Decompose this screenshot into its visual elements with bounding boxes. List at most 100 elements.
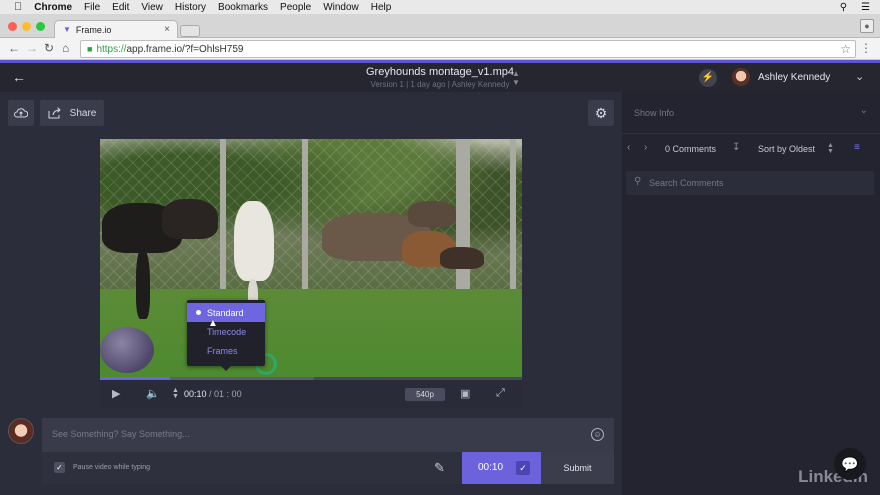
user-name[interactable]: Ashley Kennedy xyxy=(758,72,830,83)
sort-dropdown[interactable]: Sort by Oldest xyxy=(758,144,815,154)
user-avatar[interactable] xyxy=(732,68,750,86)
duration: / 01 : 00 xyxy=(209,389,242,399)
pause-video-checkbox[interactable]: ✓ xyxy=(54,462,65,473)
chevron-left-icon[interactable]: ‹ xyxy=(627,142,630,153)
video-grass xyxy=(100,289,522,379)
pause-video-label: Pause video while typing xyxy=(73,464,151,471)
filter-list-icon[interactable]: ≡ xyxy=(854,142,860,153)
timestamp-value: 00:10 xyxy=(478,462,504,473)
submit-button[interactable]: Submit xyxy=(541,452,614,484)
resolution-button[interactable]: 540p xyxy=(405,388,445,401)
timestamp-toggle-button[interactable]: 00:10 ✓ xyxy=(462,452,541,484)
settings-button[interactable]: ⚙ xyxy=(588,100,614,126)
emoji-icon[interactable]: ☺ xyxy=(591,428,604,441)
browser-tab-frameio[interactable]: ▼ Frame.io × xyxy=(54,20,178,38)
menu-app-name[interactable]: Chrome xyxy=(34,2,72,13)
notification-list-icon[interactable]: ☰ xyxy=(861,2,870,13)
menu-edit[interactable]: Edit xyxy=(112,2,129,13)
close-tab-icon[interactable]: × xyxy=(164,24,170,35)
purple-ball xyxy=(100,327,154,373)
url-scheme: https:// xyxy=(96,43,127,55)
browser-tab-strip: ▼ Frame.io × ● xyxy=(0,14,880,38)
menu-bookmarks[interactable]: Bookmarks xyxy=(218,2,268,13)
bookmark-star-icon[interactable]: ☆ xyxy=(840,42,851,56)
gear-icon: ⚙ xyxy=(594,104,608,121)
chevron-down-icon: ⌄ xyxy=(859,105,868,116)
time-format-timecode[interactable]: Timecode xyxy=(187,322,265,341)
search-comments-input[interactable]: ⚲ Search Comments xyxy=(626,171,874,195)
browser-menu-icon[interactable]: ⋮ xyxy=(860,41,872,55)
frameio-favicon-icon: ▼ xyxy=(63,25,71,34)
search-placeholder: Search Comments xyxy=(649,178,724,188)
tab-title: Frame.io xyxy=(75,24,112,35)
lock-icon: ■ xyxy=(87,44,93,54)
time-format-menu: Standard Timecode Frames xyxy=(187,300,265,371)
share-button[interactable]: Share xyxy=(40,100,104,126)
search-icon: ⚲ xyxy=(634,176,642,187)
url-path: app.frame.io/?f=OhlsH759 xyxy=(126,43,244,55)
fit-screen-icon[interactable]: ▣ xyxy=(460,387,470,400)
fence-post xyxy=(510,139,516,309)
mouse-cursor-icon: ▲ xyxy=(208,318,218,329)
close-window-button[interactable] xyxy=(8,22,17,31)
fullscreen-icon[interactable]: ⤢ xyxy=(496,387,505,400)
sort-order-icon[interactable]: ▲ ▼ xyxy=(827,142,834,155)
lightning-icon[interactable]: ⚡ xyxy=(699,69,717,87)
download-icon[interactable]: ↧ xyxy=(732,142,740,153)
brindle-dog xyxy=(162,199,218,239)
time-display[interactable]: 00:10 / 01 : 00 xyxy=(184,389,242,399)
address-bar[interactable]: ■ https:// app.frame.io/?f=OhlsH759 ☆ xyxy=(80,40,856,58)
check-icon: ✓ xyxy=(516,461,530,475)
home-icon[interactable]: ⌂ xyxy=(62,41,69,55)
reload-icon[interactable]: ↻ xyxy=(44,41,54,55)
cloud-upload-icon xyxy=(14,108,28,118)
comments-toolbar: ‹ › 0 Comments ↧ Sort by Oldest ▲ ▼ ≡ xyxy=(622,134,880,164)
mac-menubar:  Chrome File Edit View History Bookmark… xyxy=(0,0,880,14)
fawn-greyhound-head xyxy=(440,247,484,269)
forward-arrow-icon[interactable]: → xyxy=(26,41,38,55)
share-label: Share xyxy=(69,107,97,119)
comments-sidebar: Show Info ⌄ ‹ › 0 Comments ↧ Sort by Old… xyxy=(622,92,880,495)
time-format-standard[interactable]: Standard xyxy=(187,303,265,322)
time-format-frames[interactable]: Frames xyxy=(187,341,265,360)
menu-window[interactable]: Window xyxy=(323,2,359,13)
fence-post xyxy=(456,139,470,314)
zoom-window-button[interactable] xyxy=(36,22,45,31)
chevron-right-icon[interactable]: › xyxy=(644,142,647,153)
composer-toolbar: ✓ Pause video while typing ✎ 00:10 ✓ Sub… xyxy=(42,452,614,484)
video-frame[interactable] xyxy=(100,139,522,379)
back-arrow-icon[interactable]: ← xyxy=(8,41,20,55)
browser-toolbar: ← → ↻ ⌂ ■ https:// app.frame.io/?f=OhlsH… xyxy=(0,38,880,60)
black-dog-leg xyxy=(136,249,150,319)
spotlight-search-icon[interactable]: ⚲ xyxy=(840,2,847,13)
menu-history[interactable]: History xyxy=(175,2,206,13)
comment-input[interactable]: See Something? Say Something... ☺ xyxy=(42,418,614,452)
time-format-toggle-icon[interactable]: ▲ ▼ xyxy=(172,387,179,400)
menu-people[interactable]: People xyxy=(280,2,311,13)
menu-help[interactable]: Help xyxy=(371,2,392,13)
menu-view[interactable]: View xyxy=(141,2,163,13)
fence-post xyxy=(220,139,226,309)
chevron-down-icon[interactable]: ⌄ xyxy=(855,70,864,83)
new-tab-button[interactable] xyxy=(180,25,200,37)
fence-post xyxy=(302,139,308,309)
window-controls xyxy=(8,22,45,31)
comment-count: 0 Comments xyxy=(665,144,717,154)
version-sort-icon[interactable]: ▲ ▼ xyxy=(512,69,520,87)
volume-icon[interactable]: 🔈 xyxy=(146,387,160,400)
chat-bubble-icon[interactable]: 💬 xyxy=(834,448,866,480)
profile-icon[interactable]: ● xyxy=(860,19,874,33)
menu-file[interactable]: File xyxy=(84,2,100,13)
show-info-toggle[interactable]: Show Info ⌄ xyxy=(622,92,880,134)
apple-icon[interactable]:  xyxy=(14,1,22,13)
comment-placeholder: See Something? Say Something... xyxy=(52,429,190,439)
player-controls: ▶ 🔈 ▲ ▼ 00:10 / 01 : 00 540p ▣ ⤢ xyxy=(100,380,522,408)
upload-button[interactable] xyxy=(8,100,34,126)
app-header: ← Greyhounds montage_v1.mp4 Version 1 | … xyxy=(0,60,880,92)
show-info-label: Show Info xyxy=(634,108,675,118)
brush-icon[interactable]: ✎ xyxy=(434,460,445,476)
play-icon[interactable]: ▶ xyxy=(112,387,120,400)
composer-avatar xyxy=(8,418,34,444)
minimize-window-button[interactable] xyxy=(22,22,31,31)
current-time: 00:10 xyxy=(184,389,207,399)
